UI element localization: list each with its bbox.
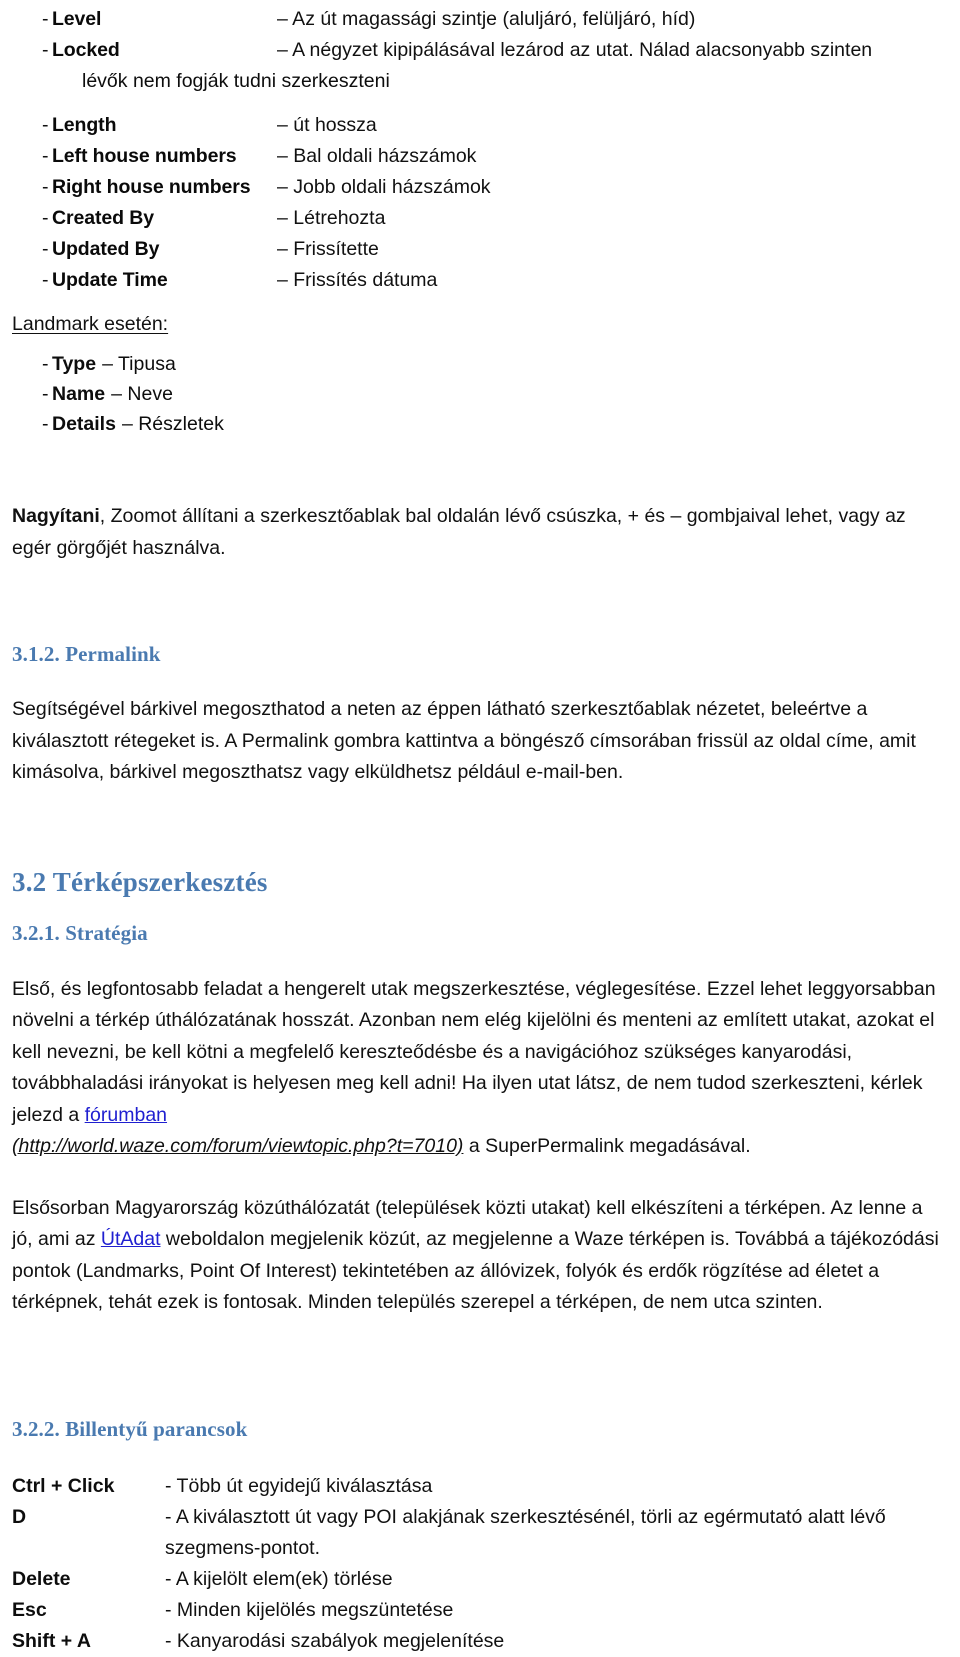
property-term: Level (52, 8, 102, 30)
strategy-paragraph-1: Első, és legfontosabb feladat a hengerel… (12, 974, 942, 1163)
shortcut-description: - Kanyarodási szabályok megjelenítése (165, 1629, 505, 1652)
property-description: – Az út magassági szintje (aluljáró, fel… (277, 8, 696, 30)
property-description: – Neve (111, 383, 173, 405)
bullet-dash: - (42, 383, 49, 405)
list-item: - Length – út hossza (12, 110, 942, 141)
list-item: - Left house numbers – Bal oldali házszá… (12, 141, 942, 172)
list-item: - Type – Tipusa (12, 349, 942, 379)
shortcut-description: - A kijelölt elem(ek) törlése (165, 1567, 393, 1590)
list-item: - Name – Neve (12, 379, 942, 409)
property-description: – Tipusa (102, 353, 176, 375)
landmark-label-text: Landmark esetén: (12, 313, 169, 335)
list-item: - Update Time – Frissítés dátuma (12, 265, 942, 296)
landmark-section-label: Landmark esetén: (12, 309, 942, 339)
shortcut-key: Delete (12, 1567, 71, 1590)
bullet-dash: - (42, 238, 49, 260)
document-page: - Level – Az út magassági szintje (alulj… (0, 0, 960, 1657)
forum-link[interactable]: fórumban (85, 1104, 167, 1126)
property-description: – Frissítés dátuma (277, 269, 438, 291)
bullet-dash: - (42, 176, 49, 198)
list-item: - Level – Az út magassági szintje (alulj… (12, 4, 942, 35)
road-properties-list-part2: - Length – út hossza - Left house number… (12, 110, 942, 296)
table-row: D - A kiválasztott út vagy POI alakjának… (12, 1502, 942, 1564)
list-item: - Locked – A négyzet kipipálásával lezár… (12, 35, 942, 66)
shortcut-key: D (12, 1505, 27, 1528)
table-row: Shift + A - Kanyarodási szabályok megjel… (12, 1626, 942, 1657)
property-description: – A négyzet kipipálásával lezárod az uta… (277, 39, 873, 61)
bullet-dash: - (42, 207, 49, 229)
property-term: Locked (52, 39, 120, 61)
property-description: – Bal oldali házszámok (277, 145, 477, 167)
list-item: - Updated By – Frissítette (12, 234, 942, 265)
utadat-link[interactable]: ÚtAdat (101, 1228, 161, 1250)
bullet-dash: - (42, 114, 49, 136)
bullet-dash: - (42, 353, 49, 375)
zoom-instructions-paragraph: Nagyítani, Zoomot állítani a szerkesztőa… (12, 501, 942, 564)
property-term: Update Time (52, 269, 168, 291)
property-description: – Frissítette (277, 238, 379, 260)
list-item: - Created By – Létrehozta (12, 203, 942, 234)
property-term: Left house numbers (52, 145, 237, 167)
shortcut-key: Shift + A (12, 1629, 91, 1652)
zoom-paragraph-rest: , Zoomot állítani a szerkesztőablak bal … (12, 505, 906, 559)
property-term: Length (52, 114, 117, 136)
strategy-paragraph-text-part2: a SuperPermalink megadásával. (463, 1135, 751, 1157)
bullet-dash: - (42, 269, 49, 291)
property-term: Name (52, 383, 106, 405)
table-row: Esc - Minden kijelölés megszüntetése (12, 1595, 942, 1626)
bullet-dash: - (42, 8, 49, 30)
zoom-paragraph-lead: Nagyítani (12, 505, 100, 527)
strategy-paragraph-2: Elsősorban Magyarország közúthálózatát (… (12, 1193, 942, 1319)
bullet-dash: - (42, 39, 49, 61)
landmark-properties-list: - Type – Tipusa - Name – Neve - Details … (12, 349, 942, 439)
permalink-paragraph: Segítségével bárkivel megoszthatod a net… (12, 698, 916, 783)
property-description: – Részletek (121, 413, 224, 435)
list-item: - Details – Részletek (12, 409, 942, 439)
property-description: – út hossza (277, 114, 377, 136)
shortcut-key: Ctrl + Click (12, 1474, 115, 1497)
property-term: Created By (52, 207, 154, 229)
heading-permalink: 3.1.2. Permalink (12, 642, 161, 666)
bullet-dash: - (42, 145, 49, 167)
list-item: - Right house numbers – Jobb oldali házs… (12, 172, 942, 203)
table-row: Delete - A kijelölt elem(ek) törlése (12, 1564, 942, 1595)
shortcut-description: - Minden kijelölés megszüntetése (165, 1598, 454, 1621)
property-description: – Jobb oldali házszámok (277, 176, 491, 198)
heading-strategy: 3.2.1. Stratégia (12, 920, 148, 945)
property-description: – Létrehozta (277, 207, 386, 229)
shortcut-description: - Több út egyidejű kiválasztása (165, 1474, 433, 1497)
heading-keyboard-shortcuts: 3.2.2. Billentyű parancsok (12, 1416, 248, 1441)
property-term: Details (52, 413, 116, 435)
road-properties-list-part1: - Level – Az út magassági szintje (alulj… (12, 4, 942, 66)
table-row: Ctrl + Click - Több út egyidejű kiválasz… (12, 1471, 942, 1502)
bullet-dash: - (42, 413, 49, 435)
property-term: Right house numbers (52, 176, 251, 198)
forum-url-text[interactable]: (http://world.waze.com/forum/viewtopic.p… (12, 1135, 463, 1157)
page-content: - Level – Az út magassági szintje (alulj… (0, 0, 960, 1657)
locked-continuation-line: lévők nem fogják tudni szerkeszteni (82, 70, 390, 92)
property-term: Updated By (52, 238, 160, 260)
shortcut-description: - A kiválasztott út vagy POI alakjának s… (165, 1505, 886, 1559)
keyboard-shortcuts-table: Ctrl + Click - Több út egyidejű kiválasz… (12, 1471, 942, 1657)
property-term: Type (52, 353, 97, 375)
heading-map-editing: 3.2 Térképszerkesztés (12, 866, 268, 897)
shortcut-key: Esc (12, 1598, 47, 1621)
